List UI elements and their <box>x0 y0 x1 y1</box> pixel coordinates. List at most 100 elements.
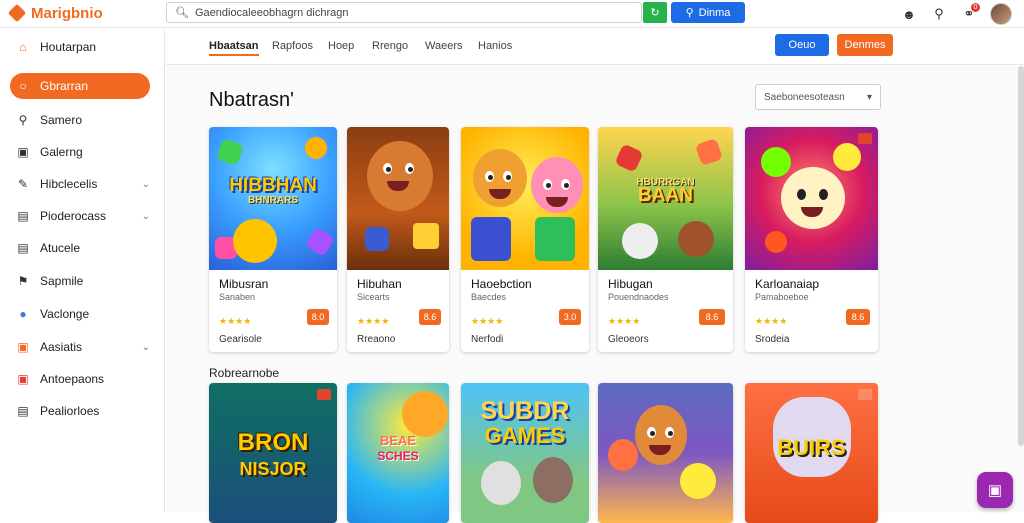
search-input[interactable] <box>194 6 615 19</box>
chevron-down-icon[interactable]: ⌄ <box>142 211 150 222</box>
card-subtitle: Sanaben <box>219 292 256 302</box>
sidebar-item-image[interactable]: ▣ Antoepaons <box>10 366 150 392</box>
mascot-image <box>402 391 448 437</box>
thumbnail-subtitle: NISJOR <box>239 459 307 479</box>
tab-0[interactable]: Hbaatsan <box>209 40 259 56</box>
thumbnail-title: BAAN <box>638 185 693 206</box>
chevron-down-icon[interactable]: ⌄ <box>142 342 150 353</box>
edit-icon: ✎ <box>17 177 29 191</box>
sidebar-item-label: Atucele <box>40 241 81 255</box>
sidebar-item-home[interactable]: ⌂ Houtarpan <box>10 34 150 60</box>
sidebar-item-search[interactable]: ⚲ Samero <box>10 107 150 133</box>
tab-4[interactable]: Waeers <box>425 40 463 52</box>
search-bar[interactable]: 🔍︎ <box>166 2 642 23</box>
logo[interactable]: Marigbnio <box>7 3 103 23</box>
sidebar-item-edit[interactable]: ✎ Hibclecelis ⌄ <box>10 171 150 197</box>
game-thumbnail[interactable]: HIBBHAN BHNRARS <box>209 127 337 270</box>
game-card[interactable]: Hibuhan Sicearts ★★★★ 8.6 Rreaono <box>347 127 449 352</box>
search-button-label: Dinma <box>698 6 731 19</box>
chevron-down-icon[interactable]: ⌄ <box>142 179 150 190</box>
game-thumbnail[interactable]: BAAN HBURRGAN <box>598 127 733 270</box>
game-thumbnail[interactable] <box>745 127 878 270</box>
shirt-icon: ⚲ <box>934 6 944 21</box>
card-title: Mibusran <box>219 277 269 291</box>
thumbnail-subtitle: GAMES <box>484 423 566 448</box>
thumbnail-subtitle: BHNRARS <box>248 195 298 206</box>
card-subtitle: Baecdes <box>471 292 507 302</box>
game-thumbnail[interactable] <box>347 127 449 270</box>
sidebar-item-label: Sapmile <box>40 274 84 288</box>
sidebar-item-gallery[interactable]: ▣ Galerng <box>10 139 150 165</box>
sidebar-item-active[interactable]: ○ Gbrarran <box>10 73 150 99</box>
bookmark-icon: ▣ <box>17 340 29 354</box>
game-card[interactable]: BAAN HBURRGAN Hibugan Pouendnaodes ★★★★ … <box>598 127 733 352</box>
primary-action-button[interactable]: Oeuo <box>775 34 829 56</box>
mascot-image <box>531 157 583 213</box>
avatar[interactable] <box>990 3 1012 25</box>
mascot-image <box>233 219 277 263</box>
mascot-image <box>634 405 687 465</box>
game-thumbnail[interactable] <box>461 127 589 270</box>
game-card[interactable]: BUIRS <box>745 383 878 523</box>
search-button[interactable]: ⚲ Dinma <box>671 2 745 23</box>
game-card[interactable]: Haoebction Baecdes ★★★★ 3.0 Nerfodi <box>461 127 589 352</box>
logo-text: Marigbnio <box>31 4 103 22</box>
rating-stars: ★★★★ <box>608 316 641 326</box>
card-subtitle: Sicearts <box>357 292 390 302</box>
bookmark-icon: ▣ <box>987 482 1003 499</box>
rating-stars: ★★★★ <box>471 316 504 326</box>
tab-5[interactable]: Hanios <box>478 40 512 52</box>
home-icon: ⌂ <box>19 40 27 54</box>
tag-icon: ⚑ <box>17 274 29 288</box>
mascot-image <box>473 149 527 207</box>
tab-1[interactable]: Rapfoos <box>272 40 313 52</box>
user-add-button[interactable]: ☻ <box>900 5 918 23</box>
thumbnail-title: BUIRS <box>777 435 846 460</box>
notifications-button[interactable]: ⚭ 0 <box>960 3 980 23</box>
sidebar-item-tag[interactable]: ⚑ Sapmile <box>10 268 150 294</box>
sub-navigation: Hbaatsan Rapfoos Hoep Rrengo Waeers Hani… <box>166 29 1024 65</box>
sidebar-item-bookmark[interactable]: ▣ Aasiatis ⌄ <box>10 334 150 360</box>
rating-badge: 8.0 <box>307 309 329 325</box>
circle-icon: ○ <box>19 79 27 93</box>
thumbnail-title: BRON <box>237 429 309 456</box>
game-card[interactable]: BRON NISJOR <box>209 383 337 523</box>
mascot-image <box>677 221 714 257</box>
card-subtitle: Pouendnaodes <box>608 292 669 302</box>
mascot-image <box>481 461 521 505</box>
sidebar-item-label: Hibclecelis <box>40 177 98 191</box>
mascot-image <box>621 223 658 259</box>
game-card[interactable]: HIBBHAN BHNRARS Mibusran Sanaben ★★★★ 8.… <box>209 127 337 352</box>
card-title: Haoebction <box>471 277 532 291</box>
sidebar-item-label: Galerng <box>40 145 83 159</box>
card-title: Karloanaiap <box>755 277 820 291</box>
sort-dropdown[interactable]: Saeboneesoteasn ▾ <box>755 84 881 110</box>
game-card[interactable]: BEAE SCHES <box>347 383 449 523</box>
rating-stars: ★★★★ <box>219 316 252 326</box>
shirt-button[interactable]: ⚲ <box>930 5 948 23</box>
tab-3[interactable]: Rrengo <box>372 40 408 52</box>
rating-stars: ★★★★ <box>357 316 390 326</box>
floating-action-button[interactable]: ▣ <box>977 472 1013 508</box>
tab-2[interactable]: Hoep <box>328 40 354 52</box>
refresh-button[interactable]: ↻ <box>643 2 667 23</box>
header-actions: ☻ ⚲ ⚭ 0 <box>900 3 1012 25</box>
chevron-down-icon: ▾ <box>866 91 872 103</box>
game-card[interactable] <box>598 383 733 523</box>
scrollbar[interactable] <box>1018 66 1024 446</box>
sidebar-item-document[interactable]: ▤ Atucele <box>10 235 150 261</box>
secondary-action-button[interactable]: Denmes <box>837 34 893 56</box>
list-icon: ▤ <box>17 209 29 223</box>
card-title: Hibuhan <box>357 277 402 291</box>
sidebar-item-label: Antoepaons <box>40 372 105 386</box>
sidebar-item-label: Vaclonge <box>40 307 90 321</box>
users-icon: ● <box>19 307 27 321</box>
sidebar-item-file[interactable]: ▤ Pealiorloes <box>10 398 150 424</box>
sidebar-item-list[interactable]: ▤ Pioderocass ⌄ <box>10 203 150 229</box>
image-icon: ▣ <box>17 372 29 386</box>
sidebar-item-users[interactable]: ● Vaclonge <box>10 301 150 327</box>
game-card[interactable]: Karloanaiap Pamaboeboe ★★★★ 8.6 Srodeia <box>745 127 878 352</box>
sidebar-item-label: Aasiatis <box>40 340 83 354</box>
top-bar: Marigbnio 🔍︎ ↻ ⚲ Dinma ☻ ⚲ ⚭ 0 <box>0 0 1024 28</box>
game-card[interactable]: SUBDR GAMES <box>461 383 589 523</box>
